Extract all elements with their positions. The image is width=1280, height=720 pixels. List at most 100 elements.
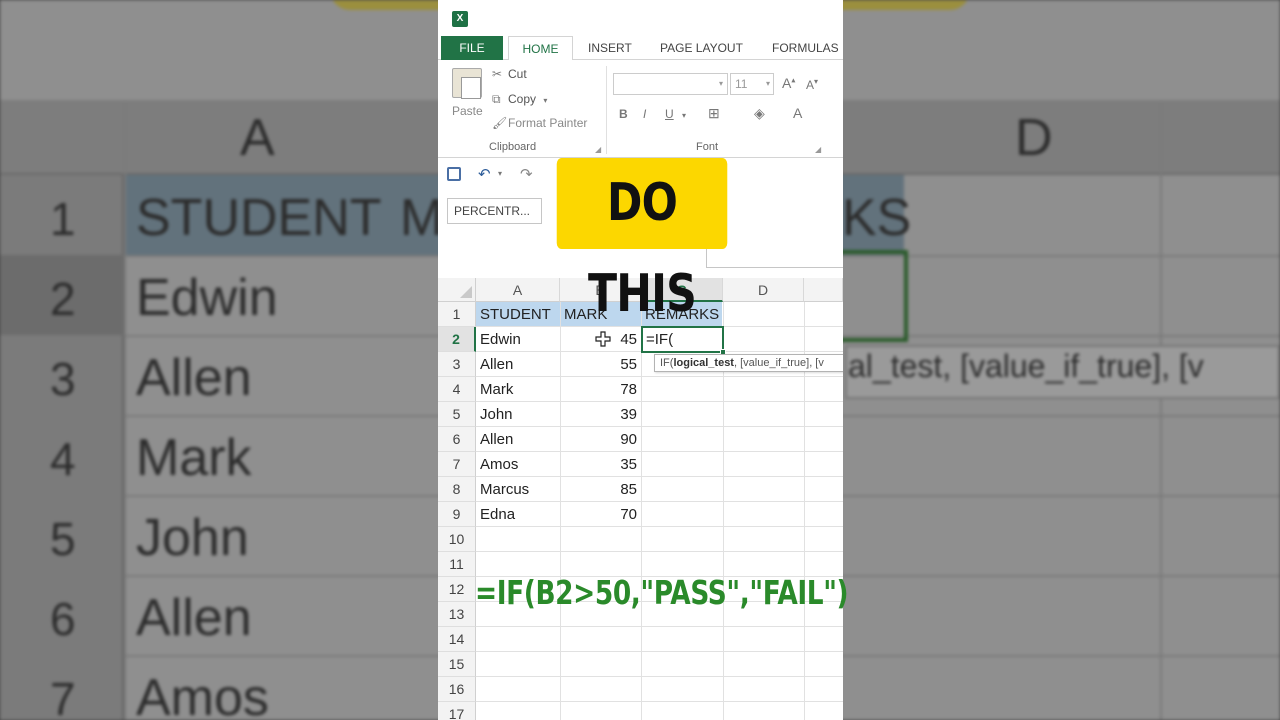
- chevron-down-icon: ▾: [765, 79, 770, 88]
- row-header[interactable]: 5: [438, 402, 476, 427]
- row-header[interactable]: 16: [438, 677, 476, 702]
- header-cell-student[interactable]: STUDENT: [476, 302, 560, 327]
- name-cell[interactable]: Marcus: [476, 477, 560, 502]
- bg-name: Allen: [136, 349, 252, 407]
- bg-row-number: 1: [50, 193, 76, 245]
- row-header[interactable]: 13: [438, 602, 476, 627]
- tab-formulas[interactable]: FORMULAS: [762, 36, 843, 60]
- formula-caption: =IF(B2>50,"PASS","FAIL"): [475, 573, 849, 612]
- row-header[interactable]: 14: [438, 627, 476, 652]
- ribbon: Paste ✂ Cut ⧉ Copy ▾ 🖌Format Painter Clipb…: [438, 60, 843, 158]
- dialog-launcher-icon[interactable]: ◢: [815, 145, 821, 154]
- row-header[interactable]: 11: [438, 552, 476, 577]
- row-header[interactable]: 10: [438, 527, 476, 552]
- name-cell[interactable]: Amos: [476, 452, 560, 477]
- tooltip-rest: , [value_if_true], [v: [733, 357, 824, 369]
- excel-window: X FILE HOME INSERT PAGE LAYOUT FORMULAS …: [438, 0, 843, 720]
- cut-label: Cut: [508, 67, 527, 81]
- paste-button[interactable]: Paste: [452, 104, 483, 118]
- column-header-d[interactable]: D: [723, 278, 804, 302]
- row-header[interactable]: 8: [438, 477, 476, 502]
- bg-name: Amos: [136, 669, 269, 720]
- tab-insert[interactable]: INSERT: [578, 36, 642, 60]
- gridline: [476, 651, 843, 652]
- bg-row-number: 7: [50, 673, 76, 720]
- bg-header-text: M: [400, 189, 444, 247]
- fill-color-icon[interactable]: ◈: [754, 105, 765, 122]
- bg-row-number: 4: [50, 433, 76, 485]
- spreadsheet-grid: A B C D 1234567891011121314151617 STUDEN…: [438, 278, 843, 720]
- mark-cell[interactable]: 70: [560, 502, 641, 527]
- row-header[interactable]: 17: [438, 702, 476, 720]
- name-cell[interactable]: Allen: [476, 427, 560, 452]
- borders-icon[interactable]: ⊞: [708, 105, 720, 122]
- tab-home[interactable]: HOME: [508, 36, 573, 61]
- underline-button[interactable]: U: [665, 107, 674, 121]
- select-all-corner[interactable]: [438, 278, 476, 302]
- tooltip-arg: logical_test: [673, 357, 734, 369]
- font-color-button[interactable]: A: [793, 105, 802, 121]
- font-name-box[interactable]: ▾: [613, 73, 728, 95]
- scissors-icon: ✂: [492, 67, 503, 81]
- bg-name: Mark: [136, 429, 252, 487]
- row-header[interactable]: 6: [438, 427, 476, 452]
- name-cell[interactable]: Edwin: [476, 327, 560, 352]
- bold-button[interactable]: B: [619, 107, 628, 121]
- tooltip-fn: IF(: [660, 357, 674, 369]
- gridline: [476, 551, 843, 552]
- row-header[interactable]: 3: [438, 352, 476, 377]
- column-header-a[interactable]: A: [476, 278, 560, 302]
- row-header[interactable]: 15: [438, 652, 476, 677]
- function-tooltip[interactable]: IF(logical_test, [value_if_true], [v: [654, 354, 843, 372]
- bg-tooltip-text: al_test, [value_if_true], [v: [848, 348, 1204, 384]
- font-size-box[interactable]: 11 ▾: [730, 73, 774, 95]
- cut-button[interactable]: ✂ Cut: [492, 67, 527, 81]
- chevron-down-icon: ▾: [543, 96, 548, 105]
- mark-cell[interactable]: 90: [560, 427, 641, 452]
- save-icon[interactable]: [447, 167, 461, 181]
- row-header[interactable]: 1: [438, 302, 476, 327]
- copy-icon: ⧉: [492, 92, 501, 106]
- row-header[interactable]: 12: [438, 577, 476, 602]
- bg-header-text: STUDENT: [136, 189, 382, 247]
- grow-font-button[interactable]: A▴: [782, 75, 795, 91]
- italic-button[interactable]: I: [643, 107, 646, 121]
- row-header[interactable]: 9: [438, 502, 476, 527]
- row-header[interactable]: 2: [438, 327, 476, 352]
- bg-row-number: 3: [50, 353, 76, 405]
- tab-page-layout[interactable]: PAGE LAYOUT: [650, 36, 753, 60]
- mark-cell[interactable]: 39: [560, 402, 641, 427]
- format-painter-button[interactable]: 🖌Format Painter: [492, 116, 587, 130]
- name-cell[interactable]: Allen: [476, 352, 560, 377]
- name-cell[interactable]: Mark: [476, 377, 560, 402]
- mark-cell[interactable]: 35: [560, 452, 641, 477]
- redo-icon[interactable]: ↷: [520, 165, 533, 183]
- mark-cell[interactable]: 78: [560, 377, 641, 402]
- name-box[interactable]: PERCENTR...: [447, 198, 542, 224]
- name-cell[interactable]: John: [476, 402, 560, 427]
- paste-icon[interactable]: [452, 68, 482, 99]
- font-group-label: Font: [696, 141, 719, 153]
- shrink-font-button[interactable]: A▾: [806, 77, 818, 92]
- gridline: [476, 701, 843, 702]
- bg-row-number: 5: [50, 513, 76, 565]
- mark-cell[interactable]: 85: [560, 477, 641, 502]
- tab-file[interactable]: FILE: [441, 36, 503, 60]
- chevron-down-icon[interactable]: ▾: [498, 169, 502, 178]
- bg-gridline: [124, 100, 126, 720]
- clipboard-group-label: Clipboard: [489, 141, 537, 153]
- gridline: [476, 626, 843, 627]
- mark-cell[interactable]: 55: [560, 352, 641, 377]
- bg-header-text: KS: [842, 189, 912, 247]
- gridline: [641, 302, 642, 720]
- name-cell[interactable]: Edna: [476, 502, 560, 527]
- row-header[interactable]: 7: [438, 452, 476, 477]
- dialog-launcher-icon[interactable]: ◢: [595, 145, 601, 154]
- bg-name: Edwin: [136, 269, 278, 327]
- column-header-e[interactable]: [804, 278, 843, 302]
- chevron-down-icon[interactable]: ▾: [682, 111, 686, 120]
- copy-button[interactable]: ⧉ Copy ▾: [492, 92, 547, 107]
- undo-icon[interactable]: ↶: [478, 165, 491, 183]
- do-this-sticker: DO THIS: [556, 158, 728, 324]
- row-header[interactable]: 4: [438, 377, 476, 402]
